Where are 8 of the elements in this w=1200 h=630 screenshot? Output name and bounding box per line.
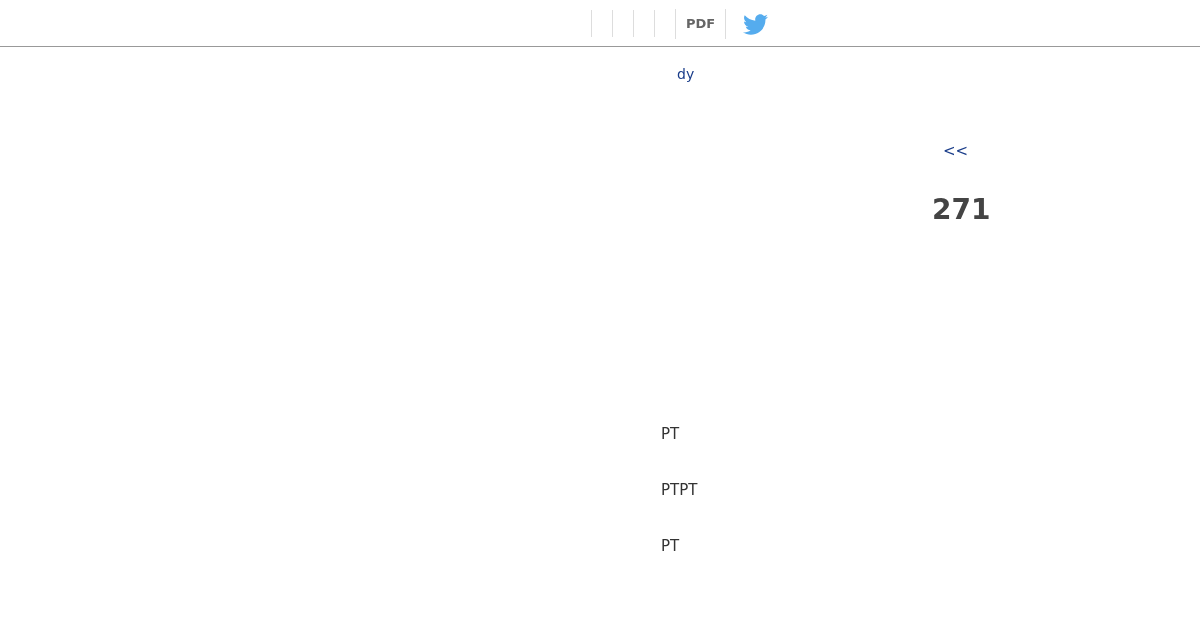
page-number: 271 — [932, 193, 991, 226]
text-line: PT — [661, 536, 681, 556]
text-link[interactable]: dy — [677, 66, 695, 82]
back-link[interactable]: << — [943, 142, 969, 160]
pdf-link[interactable]: PDF — [675, 9, 726, 39]
text-line: PTPT — [661, 480, 698, 500]
bird-icon[interactable] — [725, 9, 769, 39]
text-line: PT — [661, 424, 681, 444]
